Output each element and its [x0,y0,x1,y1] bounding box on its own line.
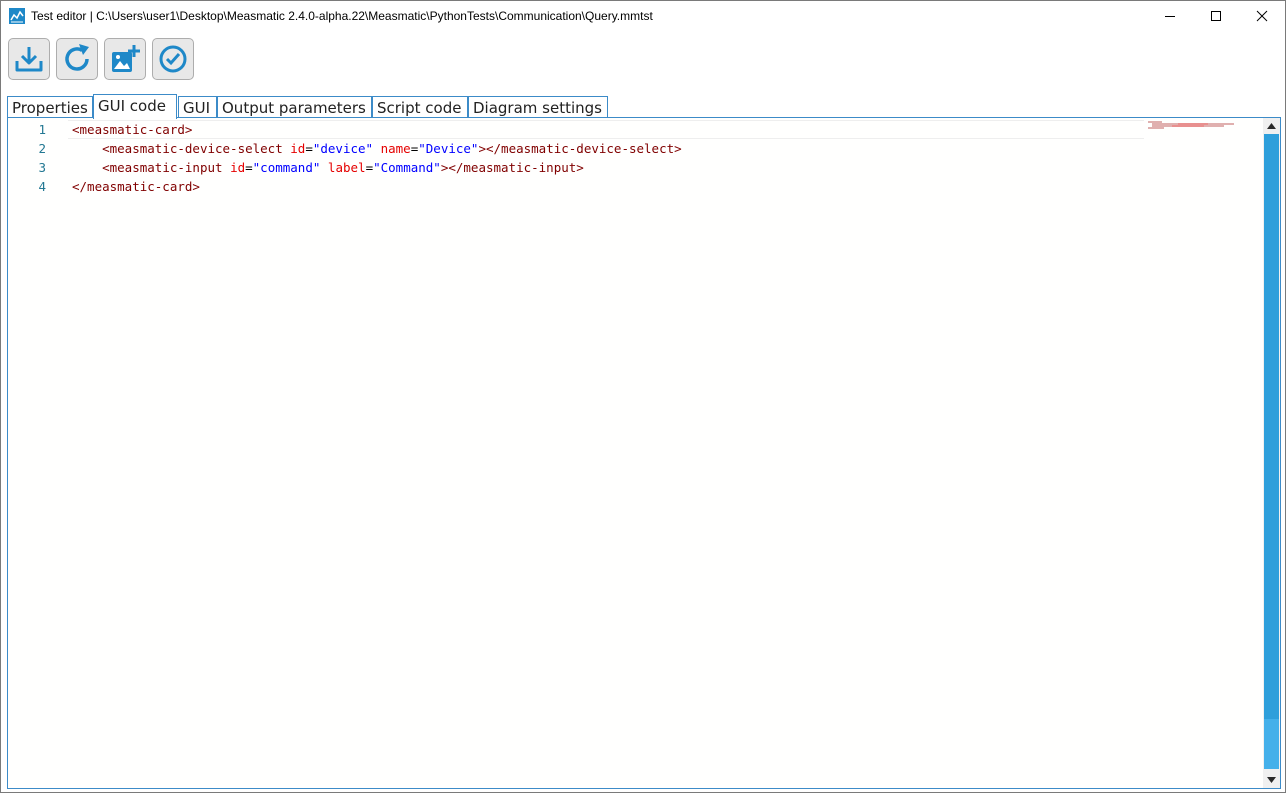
title-bar: Test editor | C:\Users\user1\Desktop\Mea… [1,1,1285,32]
line-number: 2 [38,141,46,156]
code-line: <measmatic-device-select id="device" nam… [72,139,682,158]
code-tag: ></measmatic-device-select> [478,141,682,156]
measmatic-app-icon [9,8,25,24]
maximize-button[interactable] [1193,1,1239,31]
line-number: 1 [38,122,46,137]
chevron-up-icon [1267,123,1276,129]
add-image-icon [112,45,140,72]
window-title: Test editor | C:\Users\user1\Desktop\Mea… [31,9,653,23]
close-icon [1256,10,1268,22]
scroll-down-button[interactable] [1263,772,1280,788]
minimize-button[interactable] [1147,1,1193,31]
tab-properties[interactable]: Properties [7,96,93,118]
code-string: "Command" [373,160,441,175]
reload-button[interactable] [56,38,98,80]
scroll-up-button[interactable] [1263,118,1280,134]
code-string: "command" [252,160,321,175]
code-attribute: name [380,141,411,156]
current-line-highlight [68,120,1144,139]
code-tag: <measmatic-device-select [102,141,283,156]
code-editor[interactable]: 1 2 3 4 <measmatic-card> <measmatic-devi… [7,117,1281,789]
refresh-icon [65,44,89,71]
tab-gui-code[interactable]: GUI code [93,94,177,119]
code-line: <measmatic-input id="command" label="Com… [72,158,584,177]
tab-script-code[interactable]: Script code [372,96,468,118]
code-attribute: id [290,141,306,156]
tab-diagram-settings[interactable]: Diagram settings [468,96,608,118]
close-button[interactable] [1239,1,1285,31]
save-button[interactable] [8,38,50,80]
line-number: 3 [38,160,46,175]
maximize-icon [1211,11,1221,21]
code-tag: </measmatic-card> [72,179,200,194]
code-tag: ></measmatic-input> [440,160,584,175]
chevron-down-icon [1267,777,1276,783]
vertical-scrollbar[interactable] [1263,118,1280,788]
minimize-icon [1165,16,1175,17]
add-image-button[interactable] [104,38,146,80]
tab-gui[interactable]: GUI [178,96,217,118]
line-number-gutter: 1 2 3 4 [8,118,60,788]
code-tag: <measmatic-input [102,160,223,175]
code-string: "device" [312,141,374,156]
toolbar [1,32,1285,92]
download-icon [15,47,43,72]
tab-output-parameters[interactable]: Output parameters [217,96,372,118]
code-attribute: label [327,160,366,175]
line-number: 4 [38,179,46,194]
scrollbar-thumb[interactable] [1264,134,1279,719]
validate-button[interactable] [152,38,194,80]
minimap[interactable] [1148,120,1262,134]
check-circle-icon [159,45,187,73]
test-editor-window: Test editor | C:\Users\user1\Desktop\Mea… [0,0,1286,793]
code-string: "Device" [418,141,479,156]
code-line: <measmatic-card> [72,120,192,139]
scrollbar-track-lower[interactable] [1264,719,1279,769]
code-attribute: id [230,160,246,175]
code-tag: <measmatic-card> [72,122,193,137]
code-line: </measmatic-card> [72,177,200,196]
